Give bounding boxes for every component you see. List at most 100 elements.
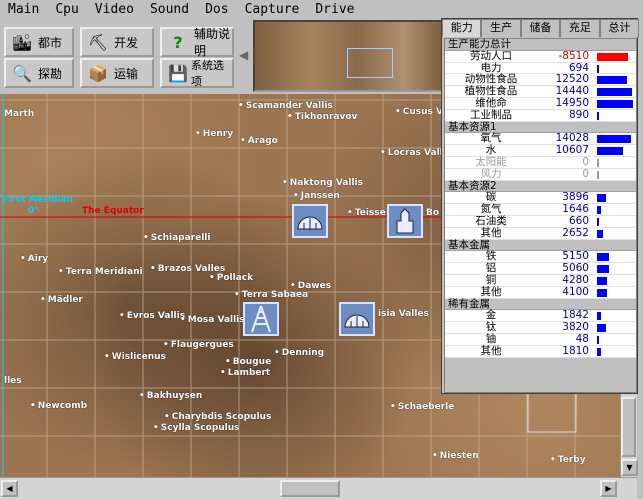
place-label: Naktong Vallis [282, 178, 363, 188]
horizontal-scroll-thumb[interactable] [280, 480, 340, 497]
transport-button[interactable]: 📦 运输 [80, 58, 154, 88]
place-label: Mädler [40, 295, 83, 305]
dome-icon [344, 314, 370, 328]
resource-name: 其他 [480, 344, 502, 357]
place-label: Scylla Scopulus [153, 423, 240, 433]
resource-bar [597, 288, 607, 297]
menu-sound[interactable]: Sound [142, 0, 197, 20]
dome-building[interactable] [292, 204, 328, 238]
place-label: Janssen [293, 191, 340, 201]
resource-value: 48 [575, 332, 589, 345]
resource-row[interactable]: 氮气 1646 [445, 203, 636, 216]
city-button-label: 都市 [38, 35, 63, 50]
resource-bar [597, 52, 628, 61]
minimap-collapse-icon[interactable]: ◀ [239, 48, 251, 68]
drill-tower-building[interactable] [243, 302, 279, 336]
tab-reserve[interactable]: 储备 [520, 19, 561, 37]
first-meridian-label: First Meridian [2, 195, 74, 205]
tab-ability[interactable]: 能力 [442, 19, 482, 37]
derrick-icon [251, 305, 271, 333]
resource-row[interactable]: 其他 2652 [445, 226, 636, 240]
resource-value: 4280 [562, 273, 589, 286]
resource-bar [597, 170, 599, 179]
help-button[interactable]: ? 辅助说明 [160, 27, 234, 58]
place-label: Cusus V [395, 107, 443, 117]
toolbar: 🏙 都市 ⛏ 开发 ? 辅助说明 🔍 探勘 📦 运输 💾 系统选项 [0, 20, 250, 90]
resource-row[interactable]: 钛 3820 [445, 321, 636, 334]
menu-capture[interactable]: Capture [237, 0, 308, 20]
city-icon: 🏙 [11, 32, 33, 52]
resource-name: 其他 [480, 285, 502, 298]
explore-button[interactable]: 🔍 探勘 [4, 58, 74, 88]
place-label: Bakhuysen [139, 391, 202, 401]
resource-row[interactable]: 植物性食品 14440 [445, 85, 636, 98]
menu-drive[interactable]: Drive [307, 0, 362, 20]
tab-sufficiency[interactable]: 充足 [560, 19, 600, 37]
develop-button[interactable]: ⛏ 开发 [80, 27, 154, 57]
menu-main[interactable]: Main [0, 0, 47, 20]
resource-row[interactable]: 石油类 660 [445, 214, 636, 228]
place-label: Airy [20, 254, 48, 264]
resource-value: 0 [582, 167, 589, 180]
resource-row[interactable]: 劳动人口 -8510 [445, 49, 636, 63]
city-building[interactable] [387, 204, 423, 238]
resource-name: 铜 [485, 273, 497, 286]
tab-production[interactable]: 生产 [481, 19, 521, 37]
resource-row[interactable]: 铁 5150 [445, 251, 636, 264]
resource-name: 风力 [480, 167, 502, 180]
resource-row[interactable]: 碳 3896 [445, 192, 636, 205]
resource-row[interactable]: 风力 0 [445, 167, 636, 181]
minimap[interactable] [253, 20, 443, 92]
resource-row[interactable]: 铜 4280 [445, 273, 636, 287]
place-label: Evros Vallis [119, 311, 185, 321]
place-label: Scamander Vallis [238, 101, 333, 111]
resource-bar [597, 324, 606, 333]
resource-bar [597, 147, 623, 156]
city-button[interactable]: 🏙 都市 [4, 27, 74, 57]
resource-bar [597, 265, 609, 274]
resource-row[interactable]: 水 10607 [445, 144, 636, 157]
map-horizontal-scrollbar[interactable]: ◀ ▶ [0, 477, 637, 499]
place-label: Denning [274, 348, 324, 358]
resource-name: 石油类 [475, 214, 507, 227]
resource-value: 890 [568, 108, 589, 121]
resource-bar [597, 206, 601, 215]
resource-row[interactable]: 铀 48 [445, 332, 636, 346]
resource-value: 4100 [562, 285, 589, 298]
place-label: Terby [550, 455, 586, 465]
resource-row[interactable]: 其他 4100 [445, 285, 636, 299]
resource-value: 1810 [562, 344, 589, 357]
resource-bar [597, 312, 601, 321]
resource-bar [597, 194, 606, 203]
minimap-viewport[interactable] [347, 48, 393, 78]
resource-value: 660 [568, 214, 589, 227]
place-label: Terra Meridiani [58, 267, 143, 277]
menu-cpu[interactable]: Cpu [47, 0, 86, 20]
resource-row[interactable]: 太阳能 0 [445, 156, 636, 169]
resource-value: 14950 [555, 96, 589, 109]
resource-row[interactable]: 铝 5060 [445, 262, 636, 275]
menu-video[interactable]: Video [87, 0, 142, 20]
resource-row[interactable]: 金 1842 [445, 310, 636, 323]
section-header: 稀有金属 [445, 298, 636, 311]
vertical-scroll-thumb[interactable] [621, 397, 636, 457]
resource-name: 劳动人口 [470, 49, 512, 62]
resource-bar [597, 217, 599, 226]
scroll-right-icon[interactable]: ▶ [600, 480, 617, 497]
scroll-down-icon[interactable]: ▼ [621, 459, 638, 476]
resource-row[interactable]: 氧气 14028 [445, 133, 636, 146]
floppy-icon: 💾 [168, 63, 188, 83]
resource-value: 10607 [555, 144, 589, 157]
resource-row[interactable]: 维他命 14950 [445, 96, 636, 110]
resource-row[interactable]: 其他 1810 [445, 344, 636, 358]
place-label: Henry [195, 129, 233, 139]
scroll-left-icon[interactable]: ◀ [1, 480, 18, 497]
place-label: isia Valles [378, 309, 429, 319]
dome-building[interactable] [339, 302, 375, 336]
options-button[interactable]: 💾 系统选项 [160, 58, 234, 88]
tab-total[interactable]: 总计 [599, 19, 640, 37]
menu-dos[interactable]: Dos [197, 0, 236, 20]
resource-value: 2652 [562, 226, 589, 239]
explore-button-label: 探勘 [38, 66, 63, 81]
resource-row[interactable]: 工业制品 890 [445, 108, 636, 122]
